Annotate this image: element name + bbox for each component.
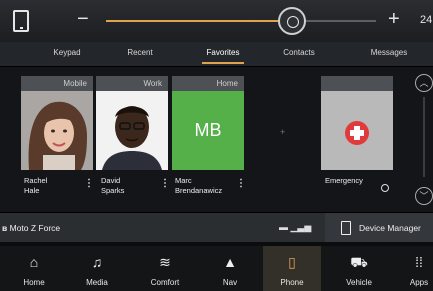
nav-label: Vehicle: [346, 278, 372, 287]
volume-down-button[interactable]: −: [77, 8, 89, 31]
home-icon: ⌂: [29, 254, 39, 270]
contact-last-name: Brendanawicz: [175, 186, 223, 195]
scrollbar-track[interactable]: [423, 97, 425, 177]
contact-type: Mobile: [21, 76, 93, 91]
apps-icon: ⁞⁞: [415, 254, 423, 270]
tab-recent[interactable]: Recent: [113, 42, 167, 66]
nav-label: Apps: [409, 278, 429, 287]
emergency-cross-icon: [345, 121, 369, 145]
tab-favorites[interactable]: Favorites: [188, 42, 258, 66]
device-manager-button[interactable]: Device Manager: [325, 213, 433, 242]
bluetooth-icon: ʙ: [2, 223, 8, 233]
phone-icon: ▯: [288, 254, 296, 270]
more-options-icon[interactable]: ⋮: [160, 179, 170, 189]
nav-comfort[interactable]: ≋ Comfort: [142, 246, 188, 291]
emergency-label: Emergency: [325, 176, 363, 185]
volume-level: 24: [420, 14, 433, 26]
nav-label: Media: [86, 278, 108, 287]
seat-heat-icon: ≋: [159, 254, 171, 270]
nav-label: Phone: [280, 278, 304, 287]
contact-first-name: David: [101, 176, 121, 185]
nav-navigation[interactable]: ▲ Nav: [212, 246, 248, 291]
contact-last-name: Hale: [24, 186, 40, 195]
contact-name-rachel: Rachel Hale: [24, 176, 47, 196]
music-icon: ♫: [91, 254, 103, 270]
scroll-down-button[interactable]: ﹀: [415, 187, 433, 205]
favorites-panel: Mobile Rachel Hale ⋮ Work David Sparks ⋮…: [0, 67, 433, 212]
favorite-card-david[interactable]: Work: [96, 76, 168, 170]
scroll-up-button[interactable]: ︿: [415, 74, 433, 92]
more-options-icon[interactable]: ⋮: [84, 179, 94, 189]
contact-last-name: Sparks: [101, 186, 125, 195]
signal-strength-icon: ▬ ▁▃▅: [279, 222, 312, 232]
bluetooth-device[interactable]: ʙ Moto Z Force: [2, 223, 60, 233]
contact-type: Home: [172, 76, 244, 91]
nav-phone[interactable]: ▯ Phone: [263, 246, 321, 291]
contact-name-david: David Sparks: [101, 176, 124, 196]
car-icon: ⛟: [350, 254, 368, 270]
more-options-icon[interactable]: ⋮: [236, 179, 246, 189]
contact-name-marc: Marc Brendanawicz: [175, 176, 222, 196]
emergency-card[interactable]: Emergency: [321, 76, 393, 192]
volume-knob[interactable]: [278, 7, 307, 35]
volume-up-button[interactable]: +: [388, 8, 400, 31]
tab-contacts[interactable]: Contacts: [272, 42, 326, 66]
contact-type: Work: [96, 76, 168, 91]
favorite-card-marc[interactable]: Home MB: [172, 76, 244, 170]
bottom-nav: ⌂ Home ♫ Media ≋ Comfort ▲ Nav ▯ Phone ⛟ Vehic…: [0, 246, 433, 291]
device-manager-icon: [341, 221, 351, 235]
emergency-status-icon: [381, 184, 389, 192]
bluetooth-device-name: Moto Z Force: [9, 223, 61, 233]
nav-label: Comfort: [150, 278, 180, 287]
device-manager-label: Device Manager: [359, 223, 421, 233]
nav-label: Nav: [222, 278, 238, 287]
volume-fill: [106, 20, 293, 22]
tab-keypad[interactable]: Keypad: [40, 42, 94, 66]
phone-device-icon[interactable]: [13, 10, 29, 32]
card-header: [321, 76, 393, 91]
navigation-icon: ▲: [223, 254, 237, 270]
device-bar: ʙ Moto Z Force ▬ ▁▃▅ Device Manager: [0, 212, 433, 242]
nav-media[interactable]: ♫ Media: [76, 246, 118, 291]
add-favorite-button[interactable]: +: [280, 127, 285, 137]
contact-photo-david: [96, 91, 168, 170]
contact-initials: MB: [194, 120, 222, 140]
tab-messages[interactable]: Messages: [359, 42, 419, 66]
nav-vehicle[interactable]: ⛟ Vehicle: [336, 246, 382, 291]
emergency-tile: [321, 91, 393, 170]
nav-home[interactable]: ⌂ Home: [14, 246, 54, 291]
phone-tabs: Keypad Recent Favorites Contacts Message…: [0, 42, 433, 67]
contact-first-name: Rachel: [24, 176, 48, 185]
nav-label: Home: [23, 278, 45, 287]
contact-initials-tile: MB: [172, 91, 244, 170]
nav-apps[interactable]: ⁞⁞ Apps: [405, 246, 433, 291]
volume-bar: − + 24: [0, 0, 433, 42]
contact-photo-rachel: [21, 91, 93, 170]
volume-slider[interactable]: [106, 7, 376, 35]
favorite-card-rachel[interactable]: Mobile: [21, 76, 93, 170]
contact-first-name: Marc: [175, 176, 192, 185]
